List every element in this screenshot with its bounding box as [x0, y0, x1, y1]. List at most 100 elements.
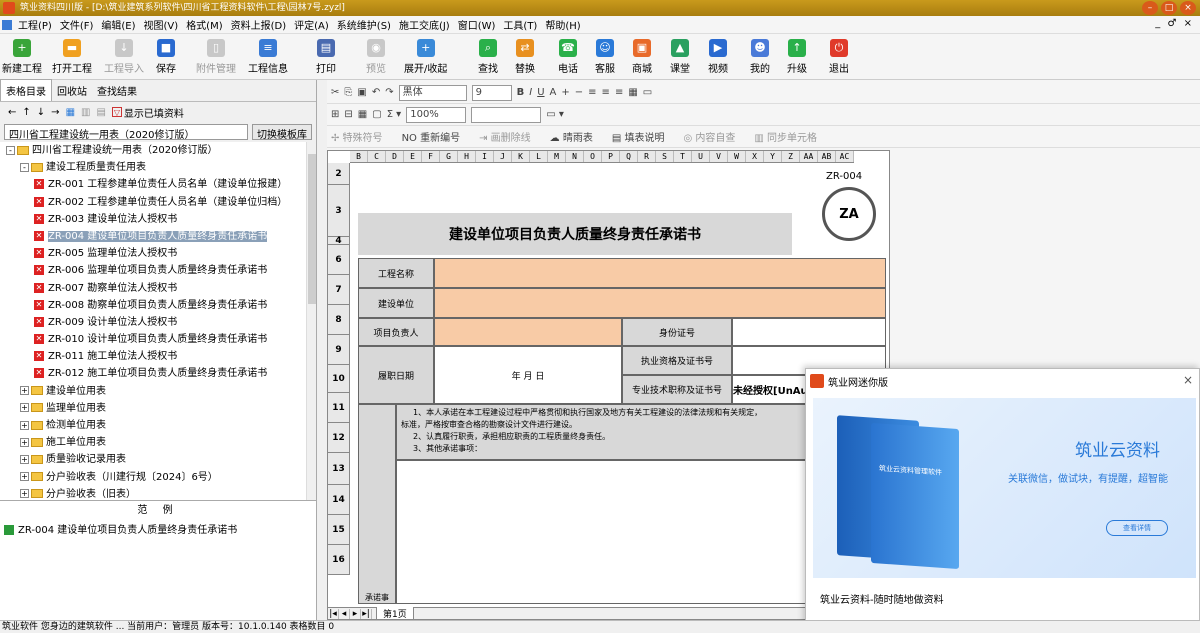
row-header[interactable]: 10 — [328, 365, 350, 393]
column-header[interactable]: U — [692, 151, 710, 162]
lock-icon[interactable]: ▢ — [372, 109, 381, 120]
arrow-down-icon[interactable]: ↓ — [37, 107, 45, 118]
tree-node[interactable]: + 质量验收记录用表 — [0, 451, 316, 468]
row-header[interactable]: 13 — [328, 453, 350, 485]
toolbar-button[interactable]: ≡ 工程信息 — [248, 37, 288, 75]
row-header[interactable]: 11 — [328, 393, 350, 423]
row-header[interactable]: 7 — [328, 275, 350, 305]
align-left-icon[interactable]: ≡ — [588, 87, 596, 98]
tree-node[interactable]: - 四川省工程建设统一用表（2020修订版） — [0, 142, 316, 159]
tree-node[interactable]: ✕ ZR-009 设计单位法人授权书 — [0, 314, 316, 331]
leader-input[interactable] — [434, 318, 622, 346]
expand-toggle-icon[interactable]: + — [20, 454, 29, 464]
zoom-in-icon[interactable]: + — [561, 87, 569, 98]
row-header[interactable]: 15 — [328, 515, 350, 545]
line-style-select[interactable] — [471, 106, 542, 123]
zoom-select[interactable]: 100% — [406, 106, 467, 123]
appoint-date-input[interactable]: 年 月 日 — [434, 346, 622, 404]
tree-node[interactable]: ✕ ZR-006 监理单位项目负责人质量终身责任承诺书 — [0, 262, 316, 279]
tree-node[interactable]: + 建设单位用表 — [0, 383, 316, 400]
column-header[interactable]: J — [494, 151, 512, 162]
popup-banner[interactable]: 筑业云资料管理软件 筑业云资料 关联微信，做试块，有提醒，超智能 查看详情 — [813, 398, 1196, 578]
tree-node[interactable]: ✕ ZR-001 工程参建单位责任人员名单（建设单位报建） — [0, 176, 316, 193]
toolbar-button[interactable]: + 展开/收起 — [404, 37, 447, 75]
merge-icon[interactable]: ▭ — [643, 87, 652, 98]
menu-item[interactable]: 视图(V) — [140, 17, 183, 32]
show-filled-checkbox[interactable]: ▽ 显示已填资料 — [111, 105, 184, 120]
column-header[interactable]: AB — [818, 151, 836, 162]
feature-button[interactable]: ⇥ 画删除线 — [479, 129, 531, 144]
zoom-out-icon[interactable]: − — [575, 87, 583, 98]
font-color-icon[interactable]: A — [550, 87, 557, 98]
column-header[interactable]: P — [602, 151, 620, 162]
maximize-button[interactable]: □ — [1161, 1, 1177, 15]
tab-table-directory[interactable]: 表格目录 — [0, 79, 52, 101]
column-header[interactable]: D — [386, 151, 404, 162]
border-icon[interactable]: ▦ — [628, 87, 637, 98]
column-header[interactable]: AC — [836, 151, 854, 162]
table-icon[interactable]: ▦ — [358, 109, 367, 120]
column-header[interactable]: R — [638, 151, 656, 162]
toolbar-button[interactable]: ↓ 工程导入 — [104, 37, 144, 75]
sample-item[interactable]: ZR-004 建设单位项目负责人质量终身责任承诺书 — [0, 521, 316, 536]
feature-button[interactable]: ✢ 特殊符号 — [331, 129, 383, 144]
column-header[interactable]: G — [440, 151, 458, 162]
column-header[interactable]: S — [656, 151, 674, 162]
tree-node[interactable]: ✕ ZR-003 建设单位法人授权书 — [0, 211, 316, 228]
underline-icon[interactable]: U — [537, 87, 544, 98]
column-header[interactable]: O — [584, 151, 602, 162]
column-header[interactable]: B — [350, 151, 368, 162]
expand-toggle-icon[interactable]: + — [20, 420, 29, 430]
arrow-right-icon[interactable]: → — [51, 107, 59, 118]
font-size-select[interactable]: 9 — [471, 84, 512, 101]
paste-icon[interactable]: ▣ — [357, 87, 366, 98]
menu-item[interactable]: 帮助(H) — [541, 17, 584, 32]
toolbar-button[interactable]: ☎ 电话 — [558, 37, 578, 75]
minimize-button[interactable]: – — [1142, 1, 1158, 15]
font-name-select[interactable]: 黑体 — [398, 84, 467, 101]
column-header[interactable]: Y — [764, 151, 782, 162]
cut-icon[interactable]: ✂ — [331, 87, 339, 98]
first-sheet-icon[interactable]: |◂ — [328, 608, 339, 619]
tree-node[interactable]: + 分户验收表（旧表） — [0, 486, 316, 500]
row-header[interactable]: 16 — [328, 545, 350, 575]
tree-node[interactable]: + 分户验收表（川建行规〔2024〕6号） — [0, 469, 316, 486]
column-header[interactable]: X — [746, 151, 764, 162]
toolbar-button[interactable]: ⇄ 替换 — [515, 37, 535, 75]
view-details-button[interactable]: 查看详情 — [1106, 520, 1168, 536]
menu-item[interactable]: 资料上报(D) — [227, 17, 291, 32]
expand-toggle-icon[interactable]: - — [6, 145, 15, 155]
menu-item[interactable]: 文件(F) — [56, 17, 98, 32]
tree-node[interactable]: + 施工单位用表 — [0, 434, 316, 451]
tree-node[interactable]: ✕ ZR-010 设计单位项目负责人质量终身责任承诺书 — [0, 331, 316, 348]
sheet-tab-1[interactable]: 第1页 — [376, 606, 414, 619]
align-center-icon[interactable]: ≡ — [602, 87, 610, 98]
toolbar-button[interactable]: ☺ 客服 — [595, 37, 615, 75]
feature-button[interactable]: ☁ 晴雨表 — [550, 129, 593, 144]
toolbar-button[interactable]: ↑ 升级 — [787, 37, 807, 75]
menu-item[interactable]: 格式(M) — [182, 17, 226, 32]
toolbar-button[interactable]: ■ 保存 — [156, 37, 176, 75]
redo-icon[interactable]: ↷ — [385, 87, 393, 98]
column-header[interactable]: I — [476, 151, 494, 162]
prev-sheet-icon[interactable]: ◂ — [339, 608, 350, 619]
insert-row-icon[interactable]: ⊞ — [331, 109, 339, 120]
id-no-input[interactable] — [732, 318, 886, 346]
next-sheet-icon[interactable]: ▸ — [350, 608, 361, 619]
row-header[interactable]: 14 — [328, 485, 350, 515]
tree-node[interactable]: ✕ ZR-012 施工单位项目负责人质量终身责任承诺书 — [0, 365, 316, 382]
toolbar-button[interactable]: ☻ 我的 — [750, 37, 770, 75]
column-header[interactable]: M — [548, 151, 566, 162]
feature-button[interactable]: ▤ 填表说明 — [612, 129, 665, 144]
row-header[interactable]: 12 — [328, 423, 350, 453]
arrow-up-icon[interactable]: ↑ — [22, 107, 30, 118]
italic-icon[interactable]: I — [529, 87, 532, 98]
line-color-icon[interactable]: ▭ ▾ — [546, 109, 564, 120]
menu-item[interactable]: 编辑(E) — [97, 17, 139, 32]
insert-col-icon[interactable]: ⊟ — [344, 109, 352, 120]
column-header[interactable]: W — [728, 151, 746, 162]
toolbar-button[interactable]: ▯ 附件管理 — [196, 37, 236, 75]
menu-item[interactable]: 系统维护(S) — [333, 17, 395, 32]
bold-icon[interactable]: B — [517, 87, 525, 98]
arrow-left-icon[interactable]: ← — [8, 107, 16, 118]
